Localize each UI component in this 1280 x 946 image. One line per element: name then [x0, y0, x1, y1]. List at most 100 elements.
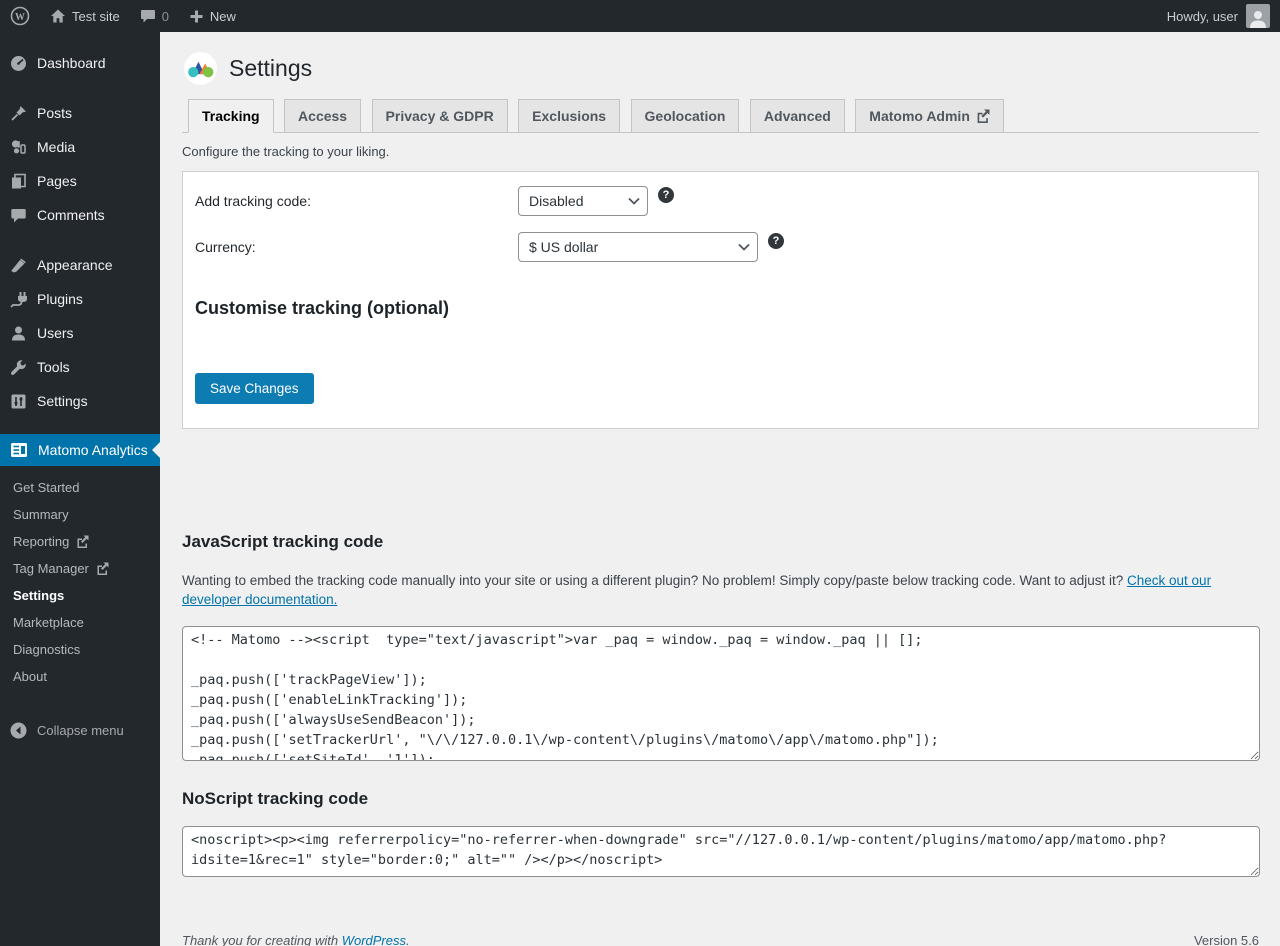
avatar	[1246, 4, 1270, 28]
comments-icon	[10, 207, 27, 224]
sidebar-item-label: Tools	[37, 359, 70, 375]
customise-tracking-heading: Customise tracking (optional)	[195, 270, 1246, 329]
settings-tabs: Tracking Access Privacy & GDPR Exclusion…	[182, 99, 1259, 133]
currency-select[interactable]: $ US dollar	[518, 232, 758, 262]
submenu-item-settings[interactable]: Settings	[0, 582, 160, 609]
submenu-label: Marketplace	[13, 615, 84, 630]
admin-bar: W Test site 0 New Howdy, user	[0, 0, 1280, 32]
sidebar-item-pages[interactable]: Pages	[0, 164, 160, 198]
sidebar-item-settings[interactable]: Settings	[0, 384, 160, 418]
submenu-item-get-started[interactable]: Get Started	[0, 474, 160, 501]
page-title-text: Settings	[229, 55, 312, 82]
wrench-icon	[10, 359, 27, 376]
comments-count: 0	[162, 9, 169, 24]
pushpin-icon	[10, 105, 27, 122]
paintbrush-icon	[10, 257, 27, 274]
new-label: New	[210, 9, 236, 24]
plugin-icon	[10, 291, 27, 308]
account-menu[interactable]: Howdy, user	[1167, 4, 1280, 28]
currency-help-icon[interactable]: ?	[768, 233, 784, 249]
collapse-menu-label: Collapse menu	[37, 723, 124, 738]
external-link-icon	[76, 535, 89, 548]
sidebar-item-label: Settings	[37, 393, 88, 409]
currency-row: Currency: $ US dollar ?	[195, 224, 1246, 270]
settings-sliders-icon	[10, 393, 27, 410]
sidebar-item-label: Pages	[37, 173, 77, 189]
sidebar-item-posts[interactable]: Posts	[0, 96, 160, 130]
collapse-menu-button[interactable]: Collapse menu	[0, 712, 160, 749]
sidebar-item-comments[interactable]: Comments	[0, 198, 160, 232]
sidebar-item-users[interactable]: Users	[0, 316, 160, 350]
submenu-label: Diagnostics	[13, 642, 80, 657]
submenu-item-tag-manager[interactable]: Tag Manager	[0, 555, 160, 582]
sidebar-item-matomo-analytics[interactable]: Matomo Analytics	[0, 434, 160, 466]
sidebar-item-label: Comments	[37, 207, 105, 223]
submenu-label: Tag Manager	[13, 561, 89, 576]
new-content-menu[interactable]: New	[179, 0, 246, 32]
submenu-item-diagnostics[interactable]: Diagnostics	[0, 636, 160, 663]
tracking-code-select[interactable]: Disabled	[518, 186, 648, 216]
save-changes-button[interactable]: Save Changes	[195, 373, 314, 404]
js-description-text: Wanting to embed the tracking code manua…	[182, 573, 1127, 588]
tab-tracking[interactable]: Tracking	[188, 99, 274, 133]
noscript-tracking-code-textarea[interactable]: <noscript><p><img referrerpolicy="no-ref…	[182, 826, 1260, 877]
main-content: Settings Tracking Access Privacy & GDPR …	[160, 32, 1280, 946]
wordpress-logo-menu[interactable]: W	[0, 0, 40, 32]
currency-label: Currency:	[195, 239, 518, 255]
tab-privacy-gdpr[interactable]: Privacy & GDPR	[372, 99, 508, 133]
tracking-settings-card: Add tracking code: Disabled ? Currency: …	[182, 171, 1259, 429]
noscript-tracking-heading: NoScript tracking code	[182, 761, 1259, 809]
matomo-report-icon	[10, 442, 28, 458]
tab-label: Geolocation	[645, 108, 726, 124]
user-silhouette-icon	[1248, 8, 1268, 28]
media-icon	[10, 139, 27, 156]
menu-separator	[0, 232, 160, 248]
sidebar-item-tools[interactable]: Tools	[0, 350, 160, 384]
intro-text: Configure the tracking to your liking.	[182, 133, 1259, 171]
external-link-icon	[96, 562, 109, 575]
submenu-item-about[interactable]: About	[0, 663, 160, 690]
site-link[interactable]: Test site	[40, 0, 130, 32]
tracking-code-label: Add tracking code:	[195, 193, 518, 209]
menu-separator	[0, 418, 160, 434]
howdy-text: Howdy, user	[1167, 9, 1238, 24]
submenu-item-summary[interactable]: Summary	[0, 501, 160, 528]
sidebar-item-label: Dashboard	[37, 55, 106, 71]
tab-label: Advanced	[764, 108, 831, 124]
sidebar-item-plugins[interactable]: Plugins	[0, 282, 160, 316]
js-tracking-description: Wanting to embed the tracking code manua…	[182, 552, 1242, 609]
admin-footer: Thank you for creating with WordPress. V…	[182, 933, 1259, 946]
thanks-prefix: Thank you for creating with	[182, 933, 342, 946]
sidebar-item-dashboard[interactable]: Dashboard	[0, 46, 160, 80]
tracking-code-row: Add tracking code: Disabled ?	[195, 178, 1246, 224]
submenu-label: Settings	[13, 588, 64, 603]
tracking-code-help-icon[interactable]: ?	[658, 187, 674, 203]
tab-geolocation[interactable]: Geolocation	[631, 99, 740, 133]
svg-text:W: W	[15, 12, 25, 23]
sidebar-item-label: Posts	[37, 105, 72, 121]
submenu-item-marketplace[interactable]: Marketplace	[0, 609, 160, 636]
submenu-label: About	[13, 669, 47, 684]
dashboard-icon	[10, 55, 27, 72]
tab-advanced[interactable]: Advanced	[750, 99, 845, 133]
comments-shortcut[interactable]: 0	[130, 0, 179, 32]
tab-label: Privacy & GDPR	[386, 108, 494, 124]
sidebar-item-label: Plugins	[37, 291, 83, 307]
matomo-submenu: Get Started Summary Reporting Tag Manage…	[0, 466, 160, 700]
tab-access[interactable]: Access	[284, 99, 361, 133]
sidebar-item-appearance[interactable]: Appearance	[0, 248, 160, 282]
active-menu-arrow	[152, 442, 160, 458]
footer-version: Version 5.6	[1194, 933, 1259, 946]
home-icon	[50, 8, 66, 24]
submenu-label: Get Started	[13, 480, 79, 495]
submenu-item-reporting[interactable]: Reporting	[0, 528, 160, 555]
plus-icon	[189, 9, 204, 24]
page-title: Settings	[182, 48, 1259, 99]
currency-select-wrap: $ US dollar	[518, 232, 758, 262]
tab-exclusions[interactable]: Exclusions	[518, 99, 620, 133]
wordpress-link[interactable]: WordPress	[342, 933, 406, 946]
tab-matomo-admin[interactable]: Matomo Admin	[855, 99, 1004, 133]
comment-bubble-icon	[140, 8, 156, 24]
js-tracking-code-textarea[interactable]: <!-- Matomo --><script type="text/javasc…	[182, 626, 1260, 761]
sidebar-item-media[interactable]: Media	[0, 130, 160, 164]
